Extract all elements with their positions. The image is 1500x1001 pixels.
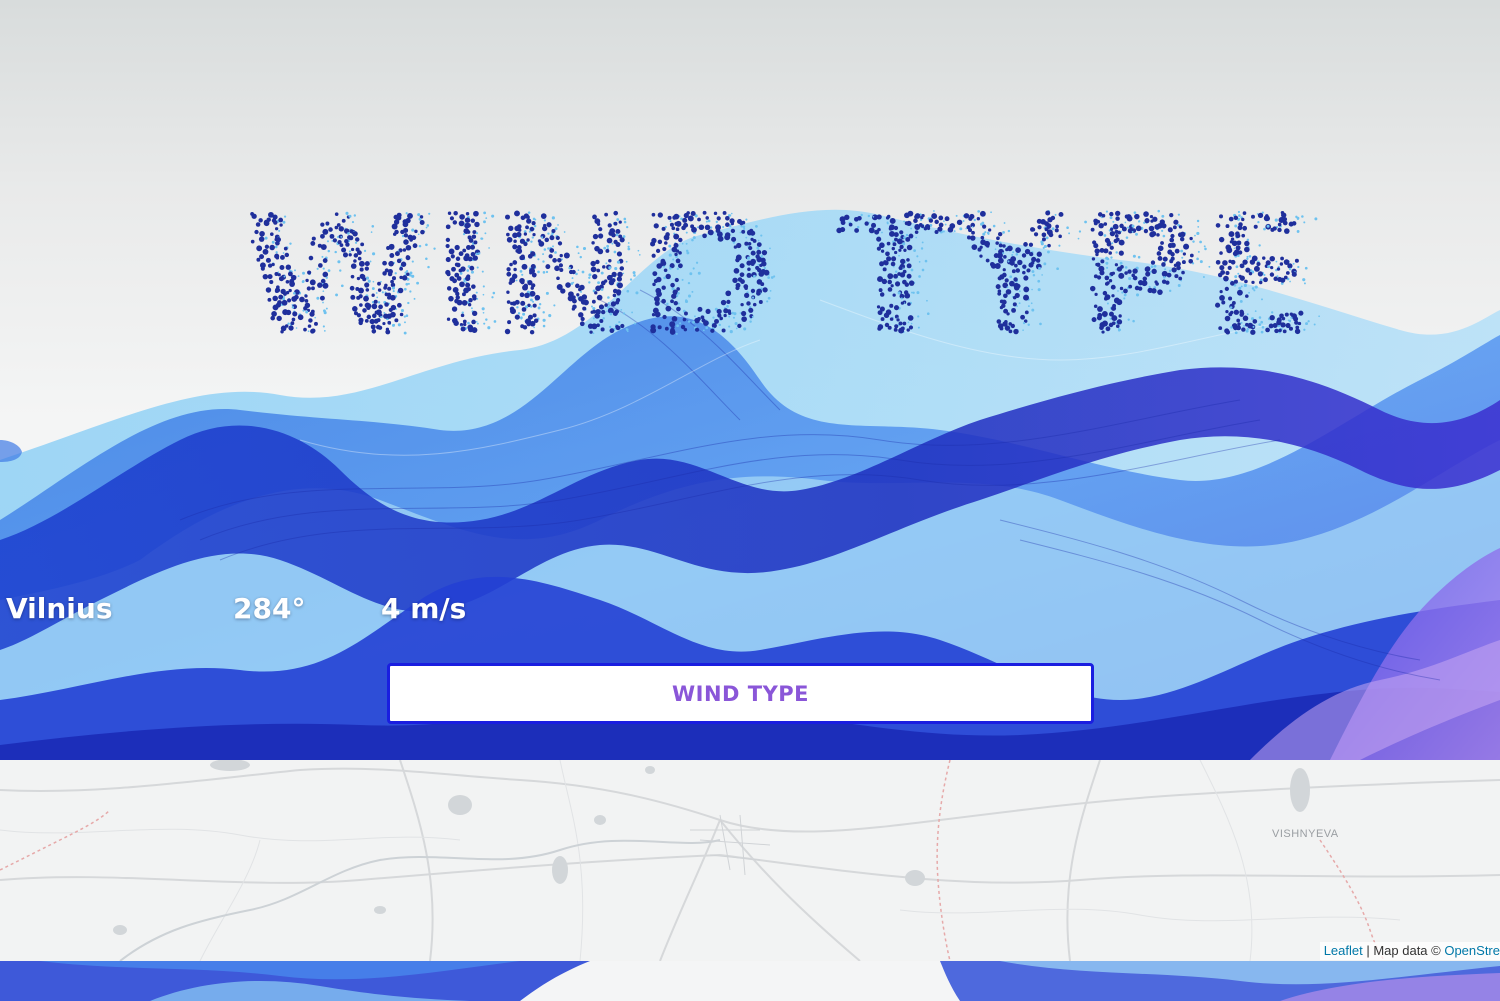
wind-speed: 4 m/s	[381, 592, 467, 625]
wind-wave-art	[0, 209, 1500, 760]
attribution-separator: | Map data ©	[1362, 943, 1445, 958]
map-attribution: Leaflet | Map data © OpenStre	[1319, 942, 1500, 960]
bottom-wave-strip	[0, 961, 1500, 1001]
hero-banner	[0, 0, 1500, 760]
openstreetmap-link[interactable]: OpenStre	[1444, 943, 1500, 958]
bottom-wave-art	[0, 961, 1500, 1001]
city-name: Vilnius	[6, 592, 113, 625]
map-tiles	[0, 760, 1500, 961]
map-view[interactable]	[0, 760, 1500, 961]
leaflet-link[interactable]: Leaflet	[1324, 943, 1363, 958]
wind-direction: 284°	[233, 592, 306, 625]
wind-type-button[interactable]: WIND TYPE	[387, 663, 1094, 724]
map-place-label: VISHNYEVA	[1272, 828, 1339, 840]
